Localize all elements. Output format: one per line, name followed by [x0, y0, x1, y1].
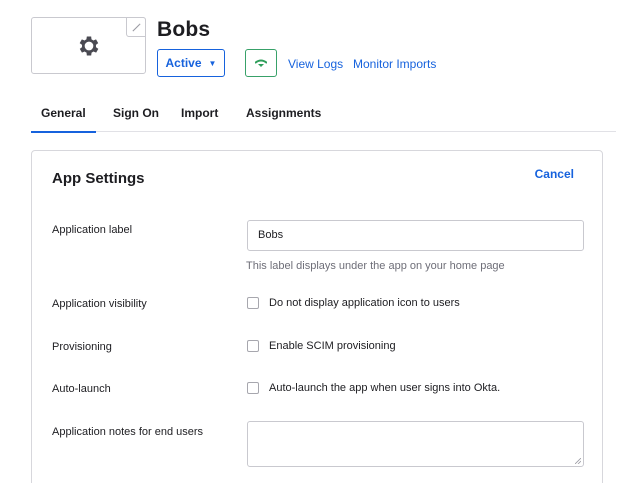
application-visibility-label: Application visibility: [52, 298, 147, 310]
tab-general[interactable]: General: [31, 106, 96, 133]
chevron-down-icon: ▼: [208, 58, 217, 68]
provisioning-label: Provisioning: [52, 341, 112, 353]
auto-launch-label: Auto-launch: [52, 383, 111, 395]
resize-grip-icon[interactable]: [575, 458, 581, 464]
status-dropdown-button[interactable]: Active ▼: [157, 49, 225, 77]
app-tabs: General Sign On Import Assignments: [31, 106, 616, 133]
tab-assignments[interactable]: Assignments: [246, 106, 321, 132]
gear-icon: [79, 36, 99, 56]
notes-label: Application notes for end users: [52, 426, 204, 438]
visibility-checkbox-row[interactable]: Do not display application icon to users: [247, 297, 460, 309]
pencil-icon: [132, 23, 141, 32]
app-title: Bobs: [157, 18, 211, 41]
green-push-icon: [255, 59, 267, 67]
auto-launch-checkbox[interactable]: [247, 382, 259, 394]
tab-import[interactable]: Import: [181, 106, 218, 132]
app-logo-tile: [31, 17, 146, 74]
edit-logo-button[interactable]: [126, 17, 146, 37]
visibility-checkbox-label: Do not display application icon to users: [269, 297, 460, 309]
tab-sign-on[interactable]: Sign On: [113, 106, 159, 132]
app-settings-card: App Settings Cancel Application label Bo…: [31, 150, 603, 483]
auto-launch-checkbox-label: Auto-launch the app when user signs into…: [269, 382, 501, 394]
application-label-label: Application label: [52, 224, 133, 236]
provisioning-checkbox-row[interactable]: Enable SCIM provisioning: [247, 340, 396, 352]
notes-textarea[interactable]: [247, 421, 584, 467]
view-logs-link[interactable]: View Logs: [288, 57, 343, 71]
scim-checkbox-label: Enable SCIM provisioning: [269, 340, 396, 352]
status-label: Active: [165, 56, 202, 70]
cancel-button[interactable]: Cancel: [535, 167, 574, 181]
application-label-input[interactable]: Bobs: [247, 220, 584, 251]
application-label-helper: This label displays under the app on you…: [246, 260, 505, 272]
card-title: App Settings: [52, 170, 145, 187]
monitor-imports-link[interactable]: Monitor Imports: [353, 57, 436, 71]
auto-launch-checkbox-row[interactable]: Auto-launch the app when user signs into…: [247, 382, 500, 394]
scim-checkbox[interactable]: [247, 340, 259, 352]
visibility-checkbox[interactable]: [247, 297, 259, 309]
push-status-button[interactable]: [245, 49, 277, 77]
